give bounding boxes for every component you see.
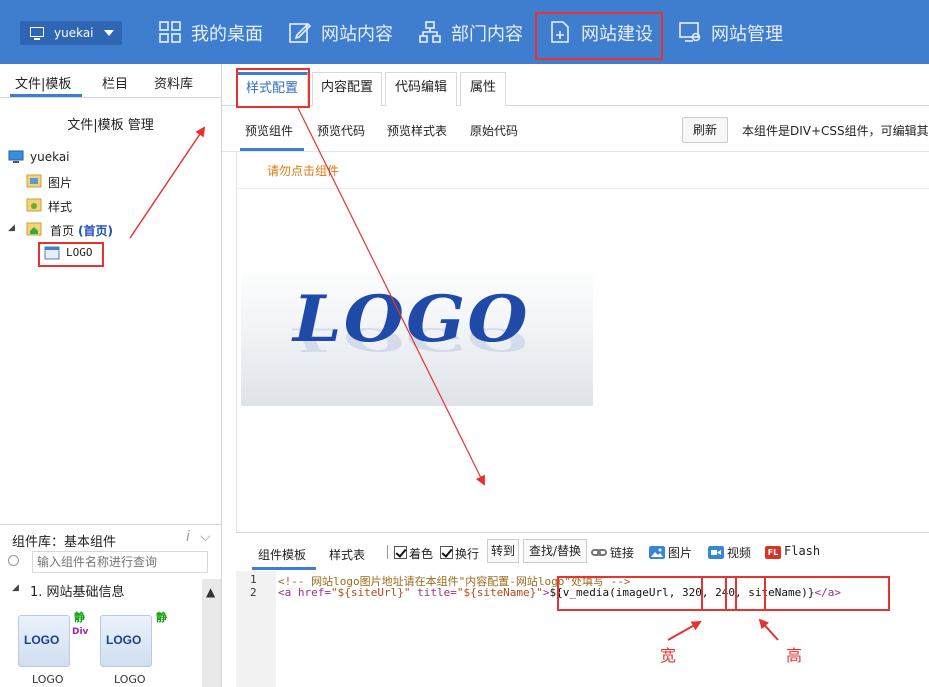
tab-columns[interactable]: 栏目 <box>102 73 128 92</box>
search-icon <box>8 555 19 566</box>
logo-thumbnail: LOGO <box>18 615 70 667</box>
info-icon[interactable]: i <box>186 529 190 545</box>
component-name: LOGO <box>32 673 64 686</box>
tab-properties[interactable]: 属性 <box>460 72 506 106</box>
main-tabs: 样式配置 内容配置 代码编辑 属性 <box>222 64 929 106</box>
style-folder-icon <box>26 198 42 212</box>
monitor-icon <box>8 150 24 163</box>
subtab-preview-code[interactable]: 预览代码 <box>317 122 365 139</box>
preview-warning: 请勿点击组件 <box>267 164 340 178</box>
collapse-arrow-icon: ◢ <box>12 583 19 593</box>
component-card-logo-div[interactable]: LOGO 静 Div LOGO <box>18 607 88 687</box>
height-annotation-label: 高 <box>786 646 803 665</box>
tab-component-template[interactable]: 组件模板 <box>258 546 306 563</box>
nav-site-build[interactable]: 网站建设 <box>549 0 659 64</box>
tab-content-config[interactable]: 内容配置 <box>312 72 382 106</box>
divider <box>237 188 929 189</box>
nav-label: 部门内容 <box>451 24 523 45</box>
home-suffix: (首页) <box>78 224 113 238</box>
tab-files-templates[interactable]: 文件|模板 <box>15 73 71 92</box>
goto-button[interactable]: 转到 <box>487 539 519 563</box>
active-tab-indicator <box>10 94 82 97</box>
tab-style-config[interactable]: 样式配置 <box>236 72 308 106</box>
checkbox-icon <box>394 546 407 559</box>
logo-image: LOGO LOGO <box>241 262 593 406</box>
div-badge: Div <box>72 627 89 637</box>
checkbox-icon <box>440 546 453 559</box>
chevron-down-icon[interactable]: ⌵ <box>200 529 211 545</box>
component-library-label[interactable]: 组件库：基本组件 <box>12 531 116 550</box>
logo-thumbnail: LOGO <box>100 615 152 667</box>
subtab-preview-stylesheet[interactable]: 预览样式表 <box>387 122 447 139</box>
divider <box>387 545 388 559</box>
nav-my-desktop[interactable]: 我的桌面 <box>159 0 269 64</box>
code-editor: 组件模板 样式表 着色 换行 转到 查找/替换 链接 图片 视频 FL Flas… <box>236 532 929 687</box>
scroll-up-icon[interactable]: ▲ <box>206 585 215 599</box>
tab-code-edit[interactable]: 代码编辑 <box>385 72 457 106</box>
grid-icon <box>159 21 181 43</box>
component-name: LOGO <box>114 673 146 686</box>
component-library: 组件库：基本组件 i ⌵ ◢ 1. 网站基础信息 ▲ LOGO 静 Div LO… <box>0 524 221 687</box>
image-folder-icon <box>26 174 42 188</box>
static-badge: 静 <box>156 611 167 624</box>
home-label: 首页 <box>50 224 75 238</box>
org-chart-icon <box>419 21 441 43</box>
subtab-preview-component[interactable]: 预览组件 <box>245 122 293 139</box>
component-icon <box>44 246 60 260</box>
image-icon <box>649 546 665 559</box>
site-name: yuekai <box>54 26 94 40</box>
files-templates-manage-link[interactable]: 文件|模板 管理 <box>0 114 221 133</box>
logo-reflection: LOGO <box>293 320 530 359</box>
left-panel: 文件|模板 栏目 资料库 文件|模板 管理 yuekai 图片 样式 ◢ 首页 <box>0 64 222 687</box>
component-description: 本组件是DIV+CSS组件，可编辑其 <box>742 124 929 138</box>
home-page-icon <box>26 222 42 236</box>
monitor-settings-icon <box>679 22 701 42</box>
main-area: 样式配置 内容配置 代码编辑 属性 预览组件 预览代码 预览样式表 原始代码 刷… <box>222 64 929 687</box>
sub-tabs: 预览组件 预览代码 预览样式表 原始代码 刷新 本组件是DIV+CSS组件，可编… <box>222 106 929 152</box>
find-replace-button[interactable]: 查找/替换 <box>523 539 587 563</box>
line-number: 1 <box>250 573 257 586</box>
monitor-icon <box>30 27 44 40</box>
dropdown-caret-icon <box>104 30 114 36</box>
active-tab-indicator <box>252 567 316 570</box>
component-search <box>6 551 208 573</box>
nav-label: 网站建设 <box>581 24 653 45</box>
refresh-button[interactable]: 刷新 <box>682 117 728 143</box>
flash-icon: FL <box>765 546 781 559</box>
nav-site-manage[interactable]: 网站管理 <box>679 0 789 64</box>
line-number-gutter: 1 2 <box>236 571 276 687</box>
component-search-input[interactable] <box>32 551 208 573</box>
tab-stylesheet[interactable]: 样式表 <box>329 546 365 563</box>
expand-arrow-icon[interactable]: ◢ <box>8 223 15 233</box>
left-tabs: 文件|模板 栏目 资料库 <box>0 64 221 98</box>
active-tab-indicator <box>240 148 304 151</box>
top-nav-bar: yuekai 我的桌面 网站内容 部门内容 网站建设 网站管理 <box>0 0 929 64</box>
component-preview: 请勿点击组件 LOGO LOGO <box>236 152 929 532</box>
site-selector[interactable]: yuekai <box>20 21 122 45</box>
nav-site-content[interactable]: 网站内容 <box>289 0 399 64</box>
static-badge: 静 <box>74 611 85 624</box>
video-icon <box>708 546 724 559</box>
editor-toolbar: 组件模板 样式表 着色 换行 转到 查找/替换 链接 图片 视频 FL Flas… <box>236 533 929 571</box>
add-page-icon <box>551 21 569 43</box>
link-icon <box>591 549 607 556</box>
app-window: yuekai 我的桌面 网站内容 部门内容 网站建设 网站管理 文件|模板 栏目… <box>0 0 929 687</box>
edit-icon <box>289 22 311 43</box>
code-area[interactable]: 1 2 <!-- 网站logo图片地址请在本组件"内容配置-网站logo"处填写… <box>236 571 929 687</box>
nav-label: 网站管理 <box>711 24 783 45</box>
width-annotation-label: 宽 <box>660 646 677 665</box>
component-card-logo[interactable]: LOGO 静 LOGO <box>100 607 170 687</box>
tab-library[interactable]: 资料库 <box>154 73 193 92</box>
subtab-raw-code[interactable]: 原始代码 <box>470 122 518 139</box>
nav-dept-content[interactable]: 部门内容 <box>419 0 529 64</box>
line-number: 2 <box>250 586 257 599</box>
scrollbar[interactable]: ▲ <box>202 579 221 687</box>
nav-label: 网站内容 <box>321 24 393 45</box>
nav-label: 我的桌面 <box>191 24 263 45</box>
code-line-2[interactable]: <a href="${siteUrl}" title="${siteName}"… <box>278 586 841 599</box>
